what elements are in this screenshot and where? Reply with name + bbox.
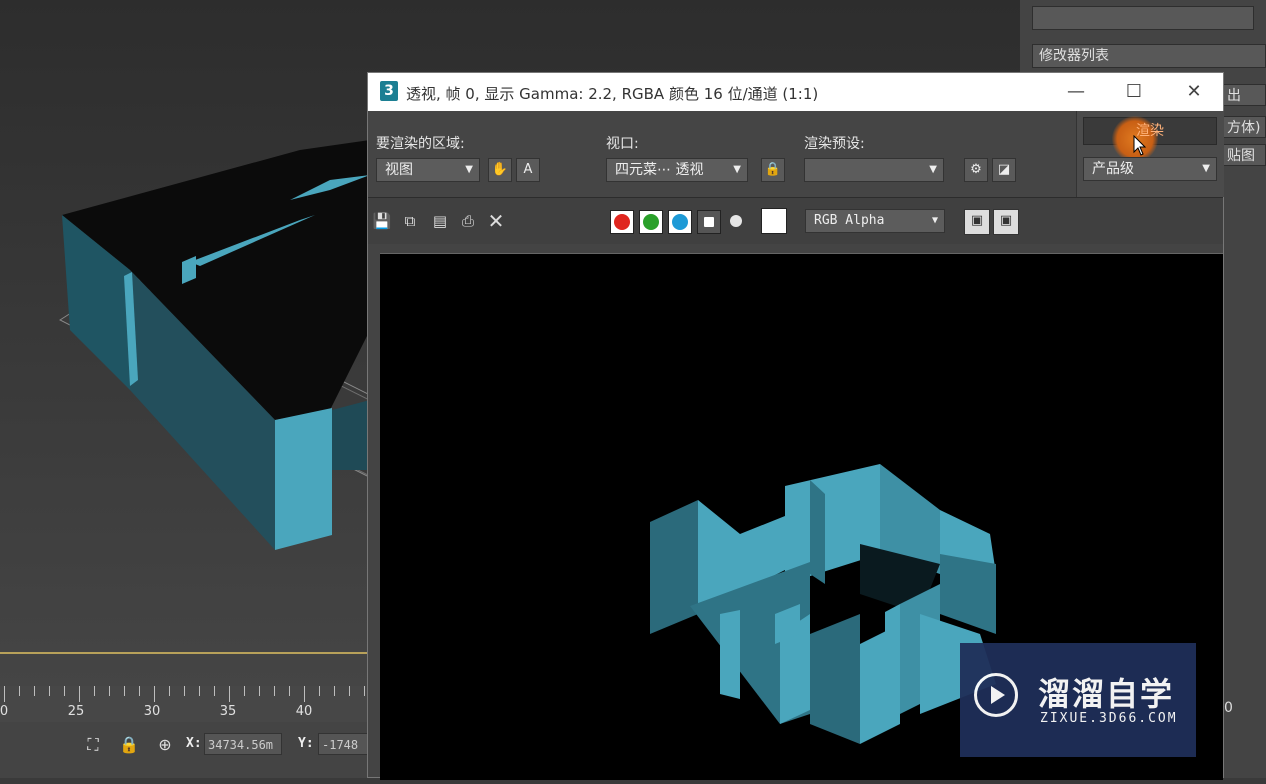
- quality-value: 产品级: [1092, 161, 1134, 177]
- timeline-ruler[interactable]: 0 25 30 35 40: [0, 686, 370, 722]
- minimize-button[interactable]: —: [1054, 77, 1098, 107]
- blue-channel-toggle[interactable]: [668, 210, 692, 234]
- ruler-tick: [289, 686, 290, 696]
- viewport-border: [0, 652, 370, 654]
- ruler-tick: [124, 686, 125, 696]
- ruler-tick: [364, 686, 365, 696]
- ruler-tick: [319, 686, 320, 696]
- area-to-render-value: 视图: [385, 162, 413, 178]
- lock-icon[interactable]: 🔒: [118, 734, 140, 756]
- status-bar: ⛶ 🔒 ⊕ X: 34734.56m Y: -1748: [0, 722, 370, 778]
- chevron-down-icon: ▼: [1202, 163, 1210, 174]
- edit-region-icon[interactable]: ✋: [488, 158, 512, 182]
- ruler-tick: [229, 686, 230, 702]
- lock-viewport-icon[interactable]: 🔒: [761, 158, 785, 182]
- chevron-down-icon: ▼: [929, 164, 937, 175]
- ruler-tick: [154, 686, 155, 702]
- ruler-label: 40: [295, 704, 313, 719]
- watermark-subtitle: ZIXUE.3D66.COM: [1040, 711, 1178, 726]
- channel-display-dropdown[interactable]: RGB Alpha ▼: [805, 209, 945, 233]
- watermark: 溜溜自学 ZIXUE.3D66.COM: [960, 643, 1196, 757]
- viewport-dropdown[interactable]: 四元菜⋯ 透视 ▼: [606, 158, 748, 182]
- app-icon: 3: [380, 81, 398, 101]
- ruler-tick: [94, 686, 95, 696]
- clear-icon[interactable]: ✕: [486, 211, 506, 231]
- render-settings-toolbar: 要渲染的区域: 视图 ▼ ✋ A 视口: 四元菜⋯ 透视 ▼ 🔒 渲染预设: ▼ ⚙…: [368, 111, 1224, 197]
- ruler-tick: [184, 686, 185, 696]
- chevron-down-icon: ▼: [733, 164, 741, 175]
- ruler-label: 0: [0, 704, 9, 719]
- ruler-tick: [19, 686, 20, 696]
- transform-mode-icon[interactable]: ⊕: [154, 734, 176, 756]
- channel-display-value: RGB Alpha: [814, 213, 885, 228]
- ruler-label: 35: [219, 704, 237, 719]
- render-preset-dropdown[interactable]: ▼: [804, 158, 944, 182]
- x-coordinate-field[interactable]: 34734.56m: [204, 733, 282, 755]
- display-toggle-2-icon[interactable]: ▣: [993, 209, 1019, 235]
- title-bar[interactable]: 3 透视, 帧 0, 显示 Gamma: 2.2, RGBA 颜色 16 位/通…: [368, 73, 1223, 111]
- area-to-render-dropdown[interactable]: 视图 ▼: [376, 158, 480, 182]
- render-button[interactable]: 渲染: [1083, 116, 1217, 162]
- ruler-tick: [199, 686, 200, 696]
- ruler-tick: [304, 686, 305, 702]
- area-to-render-label: 要渲染的区域:: [376, 136, 465, 152]
- y-coordinate-field[interactable]: -1748: [318, 733, 370, 755]
- ruler-tick: [349, 686, 350, 696]
- modifier-list-dropdown[interactable]: 修改器列表: [1032, 44, 1266, 68]
- ruler-label: 30: [143, 704, 161, 719]
- x-label: X:: [186, 736, 202, 751]
- environment-icon[interactable]: ◪: [992, 158, 1016, 182]
- viewport-label: 视口:: [606, 136, 639, 152]
- close-button[interactable]: ✕: [1172, 77, 1216, 107]
- monochrome-toggle[interactable]: [730, 215, 742, 227]
- render-setup-icon[interactable]: ⚙: [964, 158, 988, 182]
- maximize-button[interactable]: ☐: [1112, 77, 1156, 107]
- background-color-swatch[interactable]: [761, 208, 787, 234]
- chevron-down-icon: ▼: [931, 215, 938, 226]
- ruler-tick: [334, 686, 335, 696]
- viewport-value: 四元菜⋯ 透视: [615, 162, 704, 178]
- isolate-icon[interactable]: ⛶: [82, 734, 104, 756]
- print-image-icon[interactable]: ⎙: [458, 211, 478, 231]
- ruler-tick: [214, 686, 215, 696]
- ruler-tick: [34, 686, 35, 696]
- panel-item-label[interactable]: 方体): [1220, 116, 1266, 138]
- watermark-title: 溜溜自学: [1038, 675, 1175, 713]
- ruler-tick: [139, 686, 140, 696]
- render-preset-label: 渲染预设:: [804, 136, 865, 152]
- ruler-tick: [4, 686, 5, 702]
- frame-buffer-toolbar: 💾 ⧉ ▤ ⎙ ✕ RGB Alpha ▼ ▣ ▣: [368, 197, 1223, 244]
- chevron-down-icon: ▼: [465, 164, 473, 175]
- alpha-channel-toggle[interactable]: [697, 210, 721, 234]
- y-label: Y:: [298, 736, 314, 751]
- panel-item-label[interactable]: 贴图: [1220, 144, 1266, 166]
- clone-frame-icon[interactable]: ▤: [430, 211, 450, 231]
- ruler-tick: [244, 686, 245, 696]
- ruler-tick: [274, 686, 275, 696]
- play-logo-icon: [974, 673, 1018, 717]
- window-title: 透视, 帧 0, 显示 Gamma: 2.2, RGBA 颜色 16 位/通道 …: [406, 85, 819, 103]
- ruler-tick: [259, 686, 260, 696]
- panel-item-label[interactable]: 出: [1220, 84, 1266, 106]
- auto-region-icon[interactable]: A: [516, 158, 540, 182]
- green-channel-toggle[interactable]: [639, 210, 663, 234]
- copy-image-icon[interactable]: ⧉: [400, 211, 420, 231]
- red-channel-toggle[interactable]: [610, 210, 634, 234]
- mouse-cursor-icon: [1133, 135, 1147, 156]
- render-group: 渲染 产品级 ▼: [1076, 111, 1224, 197]
- ruler-end-label: 0: [1224, 700, 1233, 716]
- ruler-tick: [64, 686, 65, 696]
- display-toggle-icon[interactable]: ▣: [964, 209, 990, 235]
- ruler-tick: [169, 686, 170, 696]
- object-name-field[interactable]: [1032, 6, 1254, 30]
- ruler-tick: [109, 686, 110, 696]
- ruler-tick: [49, 686, 50, 696]
- ruler-tick: [79, 686, 80, 702]
- ruler-label: 25: [67, 704, 85, 719]
- save-image-icon[interactable]: 💾: [372, 211, 392, 231]
- quality-dropdown[interactable]: 产品级 ▼: [1083, 157, 1217, 181]
